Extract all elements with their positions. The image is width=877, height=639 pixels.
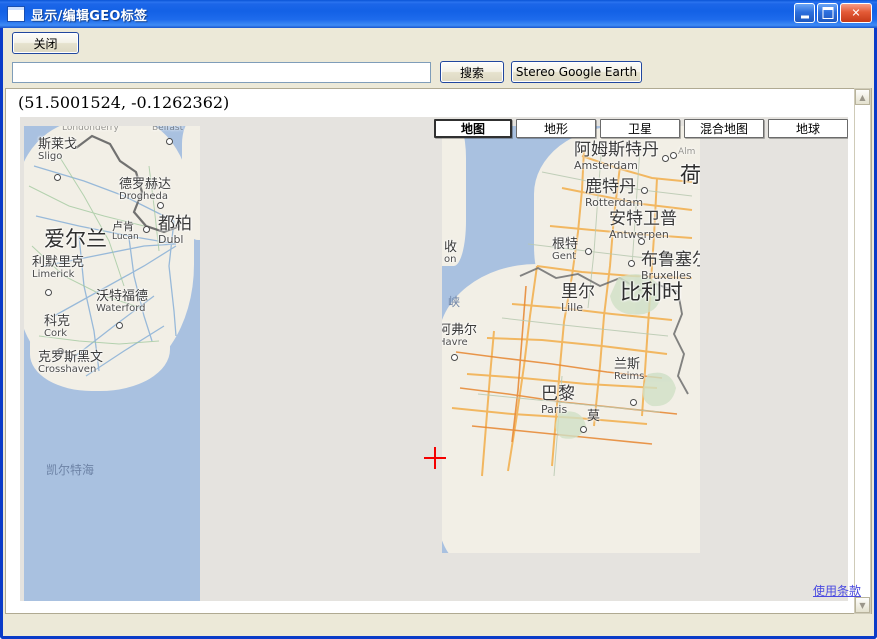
city-dot-bruxelles xyxy=(628,260,635,267)
close-button[interactable]: 关闭 xyxy=(12,32,79,54)
map-type-earth[interactable]: 地球 xyxy=(768,119,848,138)
scroll-down-arrow[interactable]: ▼ xyxy=(855,597,870,613)
scroll-up-arrow[interactable]: ▲ xyxy=(855,89,870,105)
map-content-pane: (51.5001524, -0.1262362) 地图 地形 卫星 混合地图 地… xyxy=(5,88,872,614)
city-dot-reims xyxy=(630,399,637,406)
search-bar: 搜索 Stereo Google Earth xyxy=(3,57,874,87)
city-dot-waterford xyxy=(116,322,123,329)
city-dot-rotterdam xyxy=(641,187,648,194)
map-viewport[interactable]: 地图 地形 卫星 混合地图 地球 Londonderry Belfast 斯莱戈… xyxy=(20,117,848,601)
map-tile-ireland[interactable]: Londonderry Belfast 斯莱戈 Sligo 德罗赫达 Drogh… xyxy=(24,126,200,601)
map-type-satellite[interactable]: 卫星 xyxy=(600,119,680,138)
city-dot-drogheda xyxy=(157,202,164,209)
city-dot-belfast xyxy=(166,138,173,145)
search-input[interactable] xyxy=(12,62,431,83)
city-dot-antwerpen xyxy=(638,238,645,245)
city-dot-cork xyxy=(57,348,64,355)
city-dot-limerick xyxy=(45,289,52,296)
city-dot-amsterdam xyxy=(662,155,669,162)
city-dot-gent xyxy=(585,248,592,255)
geo-tag-window: 显示/编辑GEO标签 ✕ 关闭 搜索 Stereo Google Earth (… xyxy=(0,0,877,639)
maximize-button[interactable] xyxy=(817,3,838,23)
window-title: 显示/编辑GEO标签 xyxy=(31,8,148,24)
terms-of-use-link[interactable]: 使用条款 xyxy=(813,582,861,599)
search-button[interactable]: 搜索 xyxy=(440,61,504,83)
map-type-hybrid[interactable]: 混合地图 xyxy=(684,119,764,138)
map-tile-benelux[interactable]: 阿姆斯特丹 Amsterdam Alm 荷 鹿特丹 Rotterdam 安特卫普… xyxy=(442,126,700,553)
close-window-button[interactable]: ✕ xyxy=(840,3,872,23)
title-bar: 显示/编辑GEO标签 ✕ xyxy=(0,0,877,28)
city-dot-havre xyxy=(451,354,458,361)
city-dot-dublin xyxy=(143,226,150,233)
crosshair-marker xyxy=(424,447,446,469)
map-type-switcher: 地图 地形 卫星 混合地图 地球 xyxy=(434,119,848,143)
city-dot-meaux xyxy=(580,426,587,433)
crosshair-vertical xyxy=(434,447,436,469)
map-type-map[interactable]: 地图 xyxy=(434,119,512,138)
window-controls: ✕ xyxy=(794,3,872,23)
minimize-button[interactable] xyxy=(794,3,815,23)
city-dot-sligo xyxy=(54,174,61,181)
toolbar: 关闭 xyxy=(3,28,874,57)
bottom-strip xyxy=(3,616,874,636)
window-icon xyxy=(7,6,25,22)
stereo-google-earth-button[interactable]: Stereo Google Earth xyxy=(511,61,642,83)
city-dot-alm xyxy=(670,152,677,159)
vertical-scrollbar[interactable]: ▲ ▼ xyxy=(854,88,871,614)
road-network-right xyxy=(451,141,693,477)
road-network-left xyxy=(28,134,181,377)
map-type-terrain[interactable]: 地形 xyxy=(516,119,596,138)
coordinates-readout: (51.5001524, -0.1262362) xyxy=(18,93,230,112)
